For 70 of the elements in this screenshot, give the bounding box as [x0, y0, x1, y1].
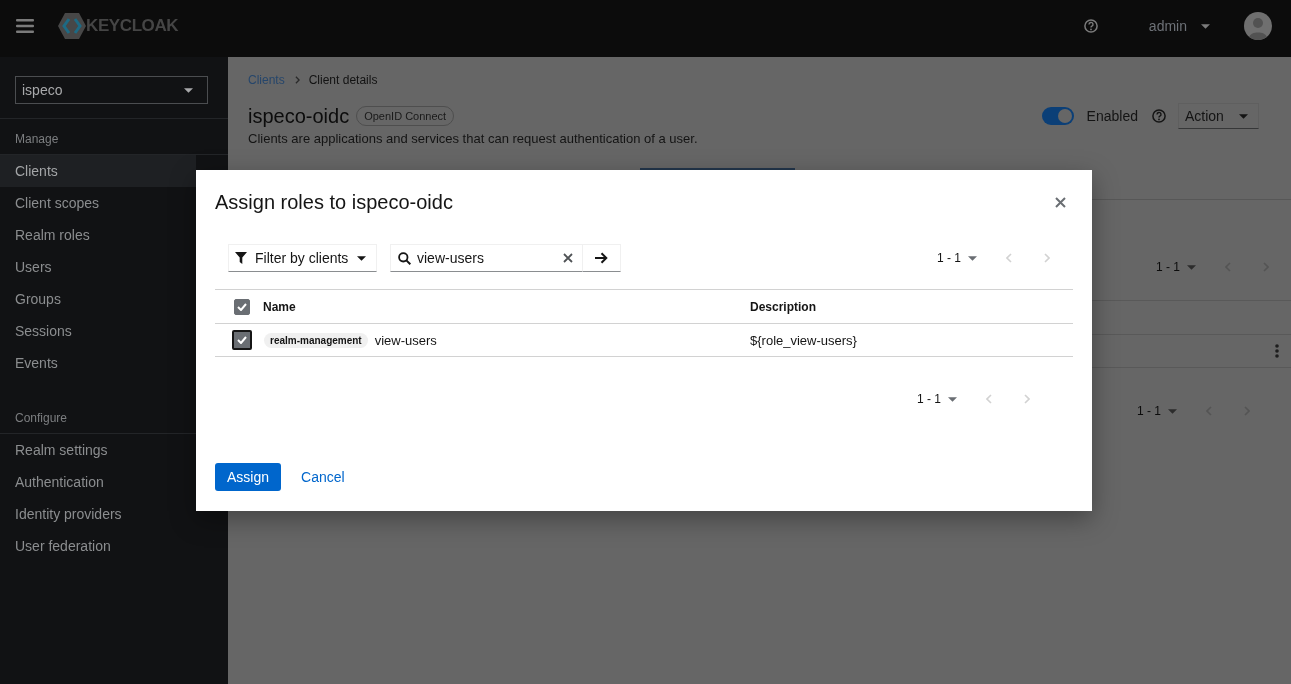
pagination-range-button[interactable]: 1 - 1 [1148, 255, 1204, 279]
nav-item[interactable]: Sessions [0, 315, 196, 347]
chevron-right-icon [1024, 394, 1030, 404]
caret-icon [968, 255, 977, 261]
chevron-right-icon [294, 76, 300, 84]
chevron-left-icon [986, 394, 992, 404]
nav-section-title: Manage [14, 131, 60, 148]
search-input[interactable]: view-users [417, 250, 563, 266]
brand-name: KEYCLOAK [86, 16, 179, 36]
nav-item[interactable]: Identity providers [0, 498, 196, 530]
assign-button[interactable]: Assign [215, 463, 282, 491]
nav-item[interactable]: Realm roles [0, 219, 196, 251]
filter-dropdown[interactable]: Filter by clients [228, 244, 377, 272]
search-field[interactable]: view-users [390, 244, 583, 272]
realm-select[interactable]: ispeco [15, 76, 208, 104]
checkmark-icon [237, 336, 247, 344]
row-checkbox[interactable] [232, 330, 252, 350]
close-icon [563, 253, 573, 263]
cancel-link[interactable]: Cancel [301, 469, 345, 485]
menu-icon [16, 19, 34, 33]
role-name: view-users [374, 332, 437, 348]
action-dropdown[interactable]: Action [1178, 103, 1259, 129]
breadcrumb-current: Client details [308, 73, 378, 87]
nav-item[interactable]: Users [0, 251, 196, 283]
nav-section-title: Configure [14, 410, 69, 427]
column-header: Description [750, 299, 816, 314]
caret-icon [1187, 264, 1196, 270]
nav-item[interactable]: Events [0, 347, 196, 379]
nav-item[interactable]: Groups [0, 283, 196, 315]
arrow-right-icon [595, 252, 608, 264]
checkmark-icon [237, 302, 247, 311]
chevron-right-icon [1044, 253, 1050, 263]
caret-icon [1168, 408, 1177, 414]
hexagon-logo-icon [58, 13, 86, 39]
close-icon [1054, 196, 1066, 208]
help-icon[interactable] [1152, 109, 1166, 123]
nav-item[interactable]: Authentication [0, 466, 196, 498]
modal-title: Assign roles to ispeco-oidc [215, 190, 453, 214]
pagination-range-button[interactable]: 1 - 1 [1129, 399, 1185, 423]
column-header: Name [263, 299, 296, 314]
kebab-menu-button[interactable] [1273, 344, 1281, 358]
table-cell: ${role_view-users} [750, 332, 857, 348]
search-submit-button[interactable] [583, 244, 621, 272]
chevron-left-icon [1006, 253, 1012, 263]
page-title: ispeco-oidc [248, 104, 350, 128]
caret-icon [357, 255, 366, 261]
pagination-range-button[interactable]: 1 - 1 [929, 246, 985, 270]
toggle-label: Enabled [1086, 108, 1138, 124]
enabled-toggle[interactable] [1041, 107, 1074, 125]
user-menu-button[interactable]: admin [1148, 18, 1210, 34]
filter-icon [235, 252, 247, 264]
caret-icon [1201, 23, 1210, 29]
kebab-icon [1275, 344, 1279, 358]
caret-icon [1239, 113, 1248, 119]
help-icon [1083, 19, 1098, 33]
nav-item[interactable]: Clients [0, 155, 196, 187]
clear-button[interactable] [563, 253, 573, 263]
page-description: Clients are applications and services that can request authentication of a user. [248, 130, 699, 148]
nav-item[interactable]: Client scopes [0, 187, 196, 219]
caret-icon [948, 396, 957, 402]
help-button[interactable] [1083, 19, 1098, 33]
select-all-checkbox[interactable] [234, 298, 250, 315]
avatar-icon [1244, 12, 1272, 40]
menu-button[interactable] [16, 19, 34, 33]
client-label: realm-management [264, 332, 368, 348]
search-icon [398, 251, 411, 265]
pagination-range-button[interactable]: 1 - 1 [909, 387, 965, 411]
nav-item[interactable]: User federation [0, 530, 196, 562]
nav-item[interactable]: Realm settings [0, 434, 196, 466]
caret-icon [184, 87, 193, 93]
